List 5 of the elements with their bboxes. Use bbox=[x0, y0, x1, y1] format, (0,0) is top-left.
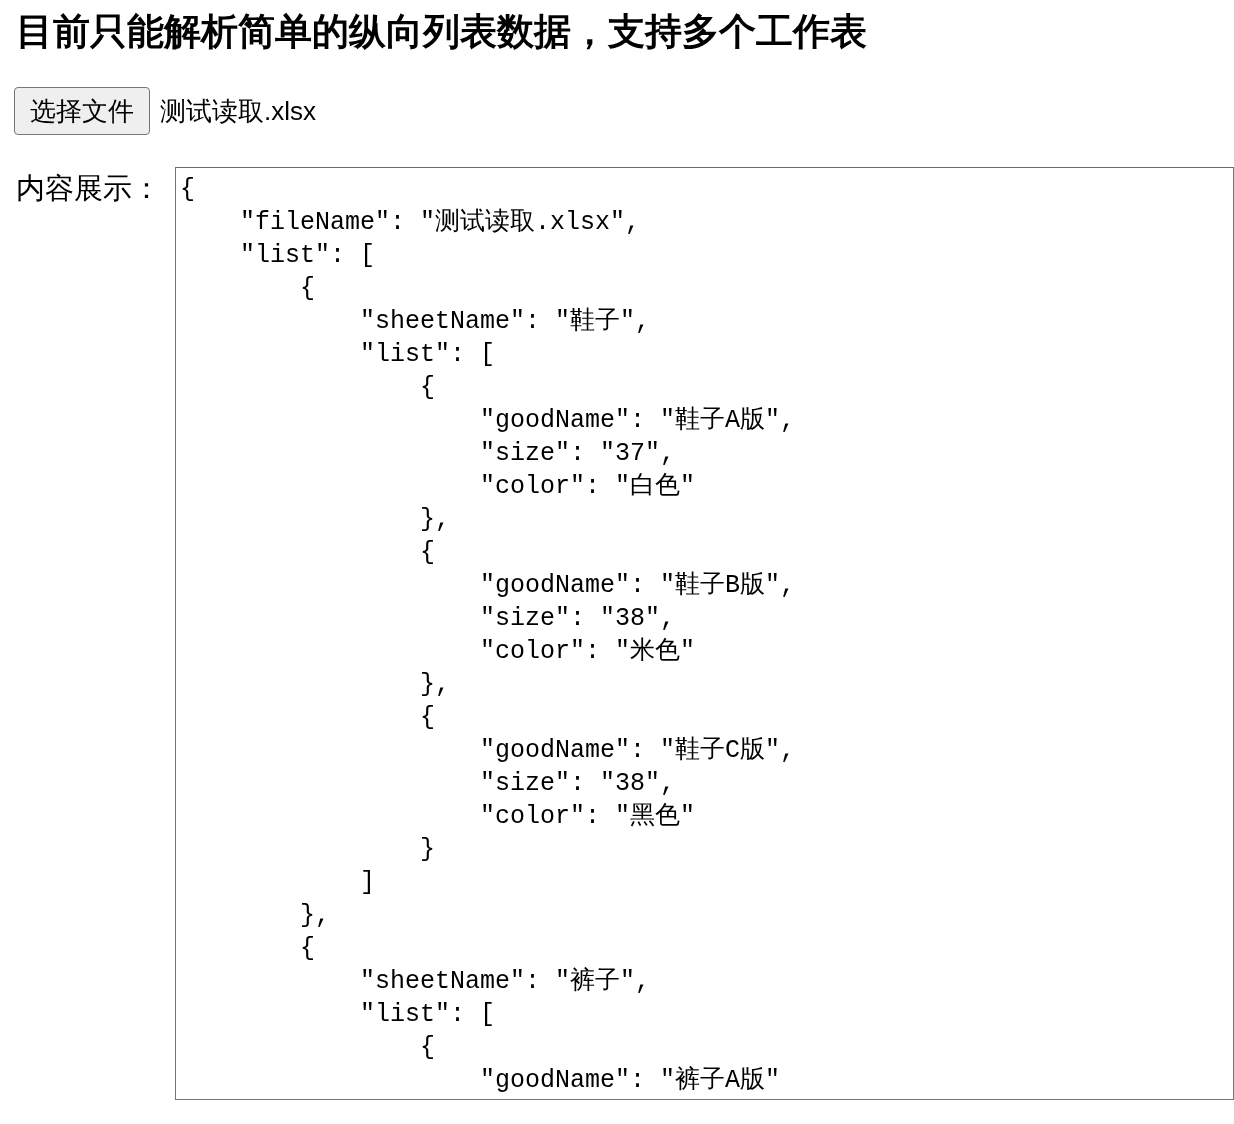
file-name: 测试读取.xlsx bbox=[160, 95, 316, 127]
content-label: 内容展示： bbox=[16, 171, 162, 205]
page-heading: 目前只能解析简单的纵向列表数据，支持多个工作表 bbox=[15, 10, 868, 54]
content-textarea[interactable]: { "fileName": "测试读取.xlsx", "list": [ { "sheetName": "鞋子", "list": [ { "goodName": "鞋子A版", "size": "37", "color": "白色" }, { "goodName": "鞋子B版", "size": "38", "color": "米色" }, { "goodName": "鞋子C版", "size": "38", "color": "黑色" } ] }, { "sheetName": "裤子", "list": [ { "goodName": "裤子A版" bbox=[175, 167, 1234, 1100]
choose-file-button[interactable]: 选择文件 bbox=[14, 87, 150, 135]
